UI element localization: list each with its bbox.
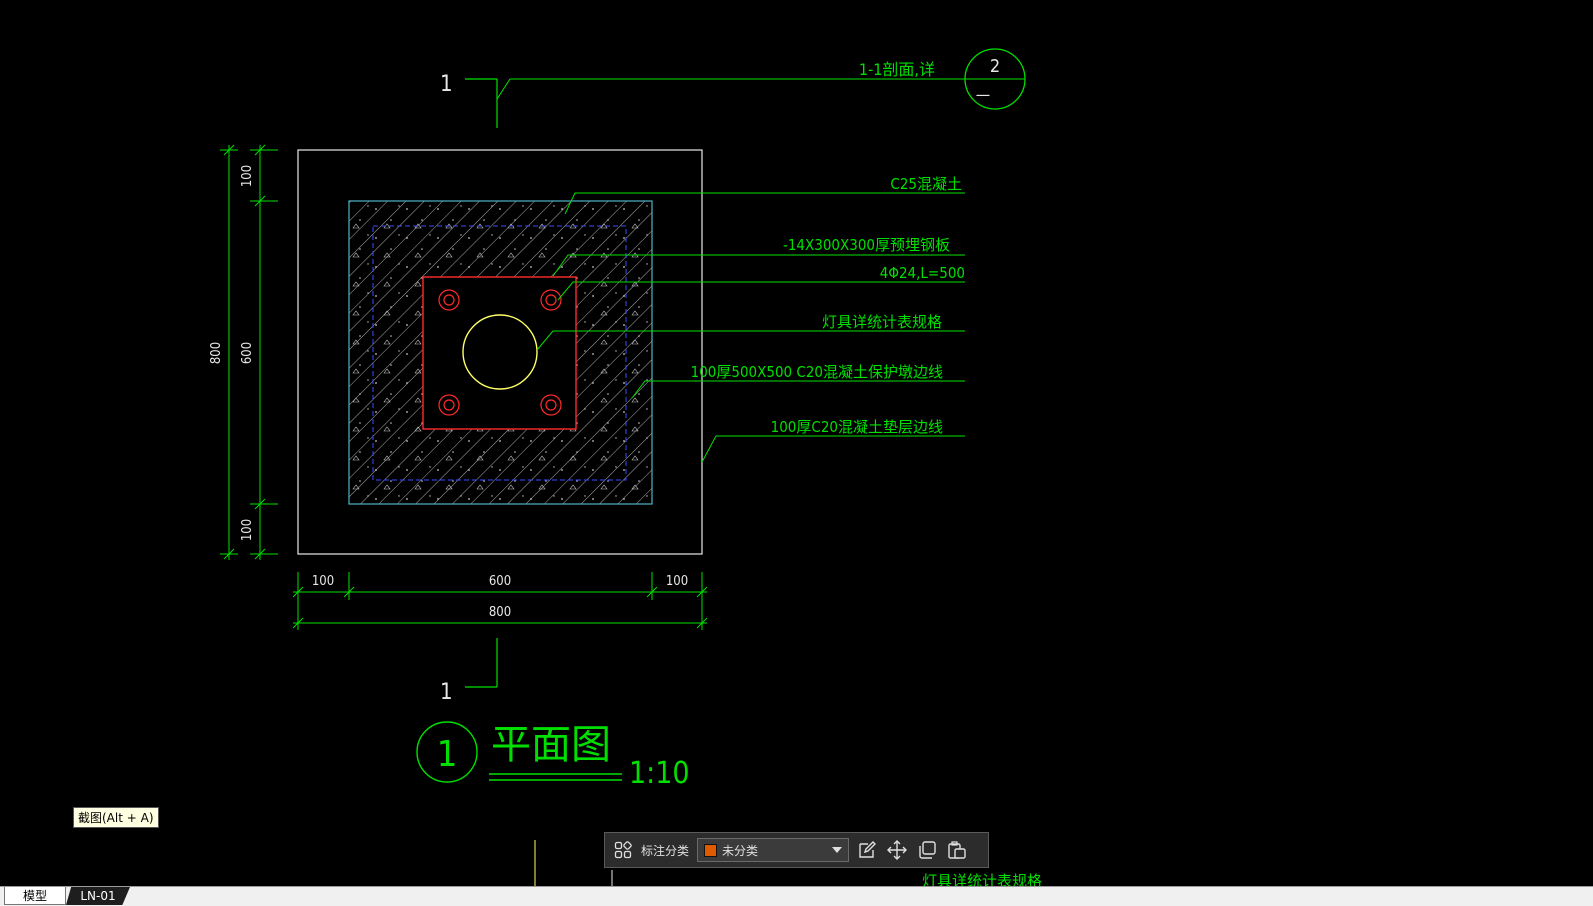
- callout-protection-pier: 100厚500X500 C20混凝土保护墩边线: [691, 363, 943, 381]
- steel-base-plate: [422, 276, 577, 430]
- section-reference: 1-1剖面,详 2 —: [496, 48, 1026, 110]
- chevron-down-icon: [832, 847, 843, 853]
- cad-drawing-canvas[interactable]: 1 1-1剖面,详 2 — C25混凝土 -14X300X300厚预埋钢板 4Φ…: [0, 0, 1593, 886]
- section-mark-top: 1: [440, 72, 453, 97]
- drawing-title: 平面图: [491, 722, 611, 768]
- tab-model[interactable]: 模型: [4, 887, 66, 905]
- section-ref-text: 1-1剖面,详: [859, 60, 935, 79]
- grid-icon[interactable]: [611, 838, 635, 862]
- section-mark-bottom: 1: [440, 680, 453, 705]
- dim-h-right: 100: [666, 574, 688, 589]
- dim-v-middle: 600: [240, 342, 255, 364]
- callout-cushion-layer: 100厚C20混凝土垫层边线: [771, 418, 943, 436]
- vertical-dimension-texts: 100 600 100 800: [209, 165, 255, 541]
- tab-layout-ln01[interactable]: LN-01: [66, 887, 130, 905]
- dim-h-middle: 600: [489, 574, 511, 589]
- screenshot-tooltip: 截图(Alt + A): [73, 807, 159, 828]
- detail-circle-top-number: 2: [990, 56, 1000, 77]
- horizontal-dimension-texts: 100 600 100 800: [312, 574, 688, 620]
- detail-circle-bottom-mark: —: [976, 85, 990, 104]
- drawing-title-block: 1 平面图 1:10: [416, 721, 690, 791]
- drawing-scale: 1:10: [629, 756, 690, 791]
- callout-steel-plate: -14X300X300厚预埋钢板: [783, 236, 950, 254]
- edit-icon[interactable]: [855, 838, 879, 862]
- callout-anchor-bolts: 4Φ24,L=500: [880, 264, 965, 282]
- title-number: 1: [437, 734, 458, 775]
- dim-h-left: 100: [312, 574, 334, 589]
- callout-texts: C25混凝土 -14X300X300厚预埋钢板 4Φ24,L=500 灯具详统计…: [691, 175, 965, 436]
- partial-bottom-callout: 灯具详统计表规格: [922, 872, 1042, 886]
- callout-concrete: C25混凝土: [890, 175, 962, 193]
- dim-h-total: 800: [489, 605, 511, 620]
- category-select[interactable]: 未分类: [697, 838, 850, 862]
- dim-v-bottom: 100: [240, 519, 255, 541]
- annotation-toolbar: 标注分类 未分类: [604, 832, 989, 868]
- category-select-value: 未分类: [722, 843, 759, 858]
- category-color-swatch: [704, 843, 718, 857]
- move-icon[interactable]: [885, 838, 909, 862]
- dim-v-top: 100: [240, 165, 255, 187]
- callout-lamp-spec: 灯具详统计表规格: [822, 313, 942, 331]
- copy-icon[interactable]: [915, 838, 939, 862]
- category-label: 标注分类: [641, 843, 690, 858]
- dim-v-total: 800: [209, 342, 224, 364]
- section-cut-bottom: 1: [440, 638, 498, 705]
- paste-icon[interactable]: [945, 838, 969, 862]
- layout-tab-bar: 模型 LN-01: [0, 886, 1593, 906]
- section-cut-top: 1: [440, 72, 498, 128]
